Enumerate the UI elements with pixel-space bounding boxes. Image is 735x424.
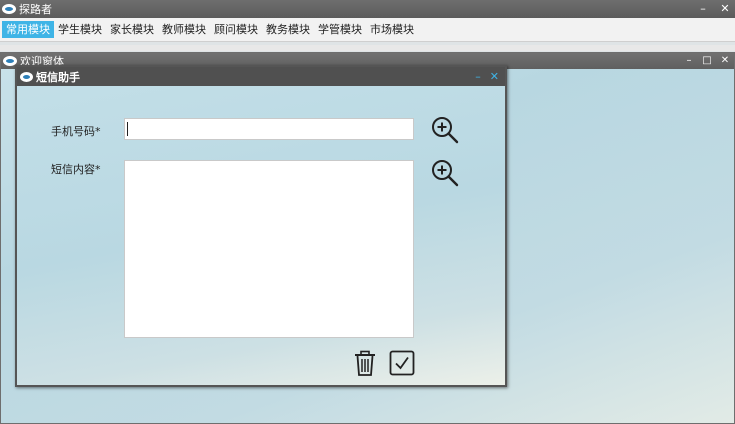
toolbar-strip bbox=[0, 45, 735, 51]
dialog-logo-icon bbox=[20, 71, 33, 82]
menu-item-parent[interactable]: 家长模块 bbox=[106, 21, 158, 38]
confirm-button[interactable] bbox=[389, 350, 415, 376]
trash-icon bbox=[355, 350, 375, 376]
dialog-titlebar: 短信助手 – ✕ bbox=[17, 67, 505, 86]
menu-item-student[interactable]: 学生模块 bbox=[54, 21, 106, 38]
app-window-controls: – ✕ bbox=[697, 1, 731, 17]
content-label: 短信内容* bbox=[51, 163, 101, 176]
dialog-close-button[interactable]: ✕ bbox=[490, 68, 499, 85]
menu-item-consultant[interactable]: 顾问模块 bbox=[210, 21, 262, 38]
module-menubar: 常用模块 学生模块 家长模块 教师模块 顾问模块 教务模块 学管模块 市场模块 bbox=[0, 18, 735, 42]
check-icon bbox=[389, 350, 415, 376]
welcome-maximize-button[interactable]: □ bbox=[702, 53, 712, 69]
app-minimize-button[interactable]: – bbox=[697, 1, 709, 17]
menu-item-teacher[interactable]: 教师模块 bbox=[158, 21, 210, 38]
phone-label: 手机号码* bbox=[51, 125, 101, 138]
dialog-minimize-button[interactable]: – bbox=[475, 68, 481, 85]
welcome-window-controls: – □ ✕ bbox=[684, 53, 730, 69]
welcome-minimize-button[interactable]: – bbox=[684, 53, 694, 69]
app-logo-icon bbox=[2, 4, 16, 14]
text-caret bbox=[127, 122, 128, 136]
dialog-title: 短信助手 bbox=[36, 70, 80, 84]
menu-item-academic[interactable]: 教务模块 bbox=[262, 21, 314, 38]
menu-item-market[interactable]: 市场模块 bbox=[366, 21, 418, 38]
app-close-button[interactable]: ✕ bbox=[719, 1, 731, 17]
app-titlebar: 探路者 – ✕ bbox=[0, 0, 735, 18]
sms-dialog: 短信助手 – ✕ 手机号码* 短信内容* bbox=[15, 65, 507, 387]
menu-item-common[interactable]: 常用模块 bbox=[2, 21, 54, 38]
welcome-close-button[interactable]: ✕ bbox=[720, 53, 730, 69]
content-textarea[interactable] bbox=[124, 160, 414, 338]
phone-lookup-button[interactable] bbox=[430, 115, 460, 145]
delete-button[interactable] bbox=[351, 349, 379, 377]
phone-input[interactable] bbox=[124, 118, 414, 140]
zoom-in-icon bbox=[432, 160, 459, 187]
content-lookup-button[interactable] bbox=[430, 158, 460, 188]
zoom-in-icon bbox=[432, 117, 459, 144]
dialog-window-controls: – ✕ bbox=[475, 68, 499, 85]
menu-item-student-mgmt[interactable]: 学管模块 bbox=[314, 21, 366, 38]
app-title: 探路者 bbox=[19, 3, 52, 16]
